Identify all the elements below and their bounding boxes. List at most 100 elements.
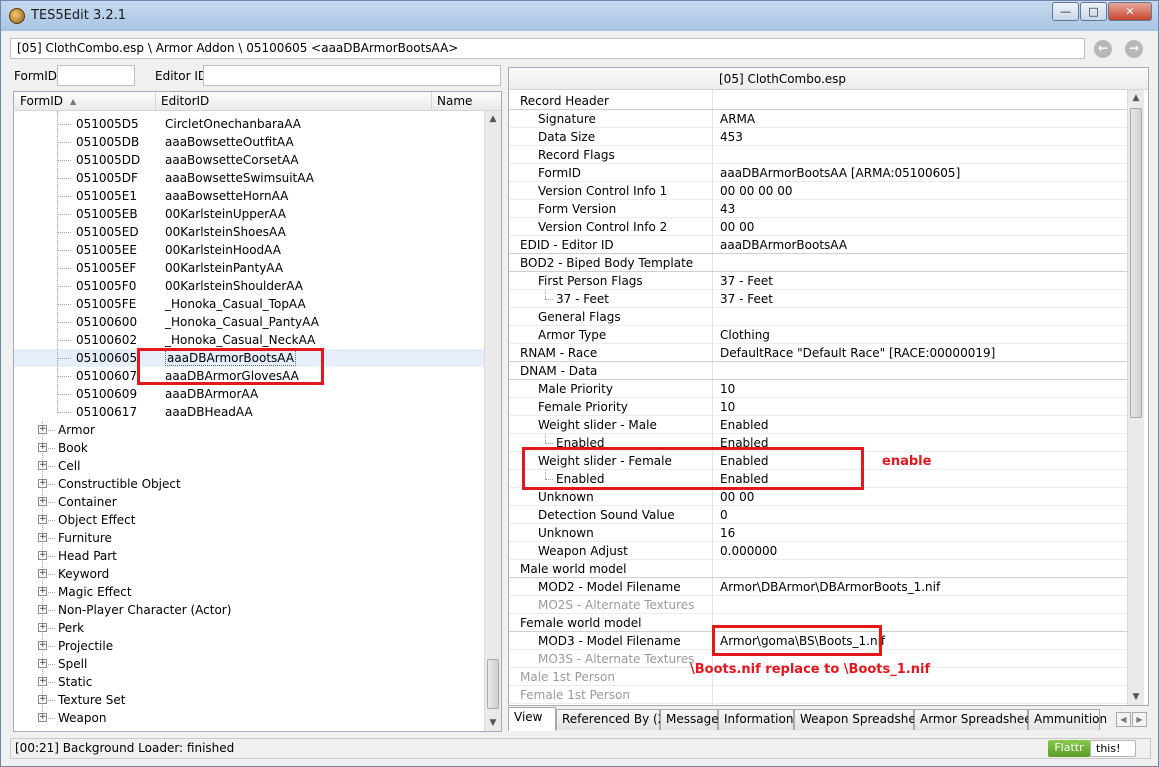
field-row[interactable]: Weapon Adjust 0.000000 — [509, 542, 1127, 560]
field-value[interactable]: aaaDBArmorBootsAA [ARMA:05100605] — [720, 166, 960, 180]
record-row[interactable]: 051005E1 aaaBowsetteHornAA — [14, 187, 484, 205]
expand-plus-icon[interactable]: + — [38, 641, 47, 650]
record-row[interactable]: 051005EE 00KarlsteinHoodAA — [14, 241, 484, 259]
record-view[interactable]: [05] ClothCombo.esp Record Header Signatu… — [508, 67, 1149, 706]
expand-plus-icon[interactable]: + — [38, 551, 47, 560]
record-tree[interactable]: FormID ▲ EditorID Name 051005D5 CircletOn… — [13, 91, 502, 732]
group-row[interactable]: + Keyword — [14, 565, 484, 583]
field-row[interactable]: General Flags — [509, 308, 1127, 326]
record-row[interactable]: 051005DB aaaBowsetteOutfitAA — [14, 133, 484, 151]
expand-plus-icon[interactable]: + — [38, 461, 47, 470]
col-name[interactable]: Name — [437, 94, 472, 108]
field-row[interactable]: Record Header — [509, 92, 1127, 110]
group-row[interactable]: + Non-Player Character (Actor) — [14, 601, 484, 619]
field-value[interactable]: 37 - Feet — [720, 274, 773, 288]
group-row[interactable]: + Magic Effect — [14, 583, 484, 601]
field-row[interactable]: RNAM - Race DefaultRace "Default Race" [R… — [509, 344, 1127, 362]
record-row[interactable]: 05100617 aaaDBHeadAA — [14, 403, 484, 421]
minimize-button[interactable]: — — [1052, 2, 1079, 21]
flattr-button[interactable]: Flattr — [1048, 740, 1090, 757]
field-value[interactable]: 0.000000 — [720, 544, 777, 558]
scroll-thumb[interactable] — [487, 659, 499, 709]
expand-plus-icon[interactable]: + — [38, 677, 47, 686]
field-row[interactable]: Version Control Info 2 00 00 — [509, 218, 1127, 236]
tab-weapon-spreadsheet[interactable]: Weapon Spreadsheet — [794, 709, 928, 730]
record-row[interactable]: 051005EB 00KarlsteinUpperAA — [14, 205, 484, 223]
record-row[interactable]: 051005DF aaaBowsetteSwimsuitAA — [14, 169, 484, 187]
field-row[interactable]: Female 1st Person — [509, 686, 1127, 704]
field-row[interactable]: Signature ARMA — [509, 110, 1127, 128]
field-row[interactable]: Record Flags — [509, 146, 1127, 164]
field-value[interactable]: 10 — [720, 382, 735, 396]
expand-plus-icon[interactable]: + — [38, 569, 47, 578]
scroll-down-icon[interactable]: ▼ — [485, 715, 501, 731]
expand-plus-icon[interactable]: + — [38, 425, 47, 434]
scroll-down-icon[interactable]: ▼ — [1128, 689, 1144, 705]
field-row[interactable]: Male world model — [509, 560, 1127, 578]
field-row[interactable]: Unknown 00 00 — [509, 488, 1127, 506]
expand-plus-icon[interactable]: + — [38, 695, 47, 704]
field-row[interactable]: MOD2 - Model Filename Armor\DBArmor\DBArm… — [509, 578, 1127, 596]
field-row[interactable]: Weight slider - Male Enabled — [509, 416, 1127, 434]
group-row[interactable]: + Texture Set — [14, 691, 484, 709]
record-row[interactable]: 051005ED 00KarlsteinShoesAA — [14, 223, 484, 241]
forward-arrow-icon[interactable]: → — [1125, 40, 1143, 58]
group-row[interactable]: + Cell — [14, 457, 484, 475]
field-value[interactable]: Enabled — [720, 418, 769, 432]
expand-plus-icon[interactable]: + — [38, 443, 47, 452]
field-value[interactable]: 37 - Feet — [720, 292, 773, 306]
record-row[interactable]: 051005EF 00KarlsteinPantyAA — [14, 259, 484, 277]
field-value[interactable]: aaaDBArmorBootsAA — [720, 238, 847, 252]
scroll-up-icon[interactable]: ▲ — [1128, 90, 1144, 106]
col-formid[interactable]: FormID — [20, 94, 63, 108]
record-row[interactable]: 051005FE _Honoka_Casual_TopAA — [14, 295, 484, 313]
field-row[interactable]: Female Priority 10 — [509, 398, 1127, 416]
group-row[interactable]: + Armor — [14, 421, 484, 439]
tab-armor-spreadsheet[interactable]: Armor Spreadsheet — [914, 709, 1036, 730]
record-row[interactable]: 051005D5 CircletOnechanbaraAA — [14, 115, 484, 133]
field-value[interactable]: 16 — [720, 526, 735, 540]
record-row[interactable]: 051005DD aaaBowsetteCorsetAA — [14, 151, 484, 169]
field-row[interactable]: Form Version 43 — [509, 200, 1127, 218]
expand-plus-icon[interactable]: + — [38, 479, 47, 488]
expand-plus-icon[interactable]: + — [38, 605, 47, 614]
expand-plus-icon[interactable]: + — [38, 623, 47, 632]
tab-ammunition[interactable]: Ammunition — [1028, 709, 1107, 730]
field-value[interactable]: ARMA — [720, 112, 755, 126]
col-editorid[interactable]: EditorID — [161, 94, 209, 108]
formid-filter-input[interactable] — [57, 65, 135, 86]
tab-scroll-right-icon[interactable]: ▶ — [1132, 712, 1147, 727]
maximize-button[interactable]: □ — [1080, 2, 1107, 21]
field-row[interactable]: 37 - Feet 37 - Feet — [509, 290, 1127, 308]
record-path-field[interactable]: [05] ClothCombo.esp \ Armor Addon \ 0510… — [10, 38, 1085, 59]
group-row[interactable]: + Spell — [14, 655, 484, 673]
field-row[interactable]: First Person Flags 37 - Feet — [509, 272, 1127, 290]
field-row[interactable]: BOD2 - Biped Body Template — [509, 254, 1127, 272]
close-button[interactable]: ✕ — [1108, 2, 1152, 21]
group-row[interactable]: + Book — [14, 439, 484, 457]
expand-plus-icon[interactable]: + — [38, 587, 47, 596]
tab-messages[interactable]: Messages — [660, 709, 725, 730]
tab-information[interactable]: Information — [718, 709, 794, 730]
group-row[interactable]: + Projectile — [14, 637, 484, 655]
group-row[interactable]: + Head Part — [14, 547, 484, 565]
field-value[interactable]: 00 00 00 00 — [720, 184, 793, 198]
group-row[interactable]: + Object Effect — [14, 511, 484, 529]
back-arrow-icon[interactable]: ← — [1094, 40, 1112, 58]
tab-scroll-left-icon[interactable]: ◀ — [1116, 712, 1131, 727]
expand-plus-icon[interactable]: + — [38, 659, 47, 668]
tab-referenced-by-2[interactable]: Referenced By (2) — [556, 709, 670, 730]
field-row[interactable]: Armor Type Clothing — [509, 326, 1127, 344]
record-row[interactable]: 05100602 _Honoka_Casual_NeckAA — [14, 331, 484, 349]
group-row[interactable]: + Container — [14, 493, 484, 511]
field-row[interactable]: Male Priority 10 — [509, 380, 1127, 398]
group-row[interactable]: + Perk — [14, 619, 484, 637]
expand-plus-icon[interactable]: + — [38, 713, 47, 722]
expand-plus-icon[interactable]: + — [38, 515, 47, 524]
field-value[interactable]: 10 — [720, 400, 735, 414]
record-row[interactable]: 051005F0 00KarlsteinShoulderAA — [14, 277, 484, 295]
expand-plus-icon[interactable]: + — [38, 533, 47, 542]
field-value[interactable]: Clothing — [720, 328, 770, 342]
field-row[interactable]: FormID aaaDBArmorBootsAA [ARMA:05100605] — [509, 164, 1127, 182]
flattr-this-button[interactable]: this! — [1090, 740, 1136, 757]
